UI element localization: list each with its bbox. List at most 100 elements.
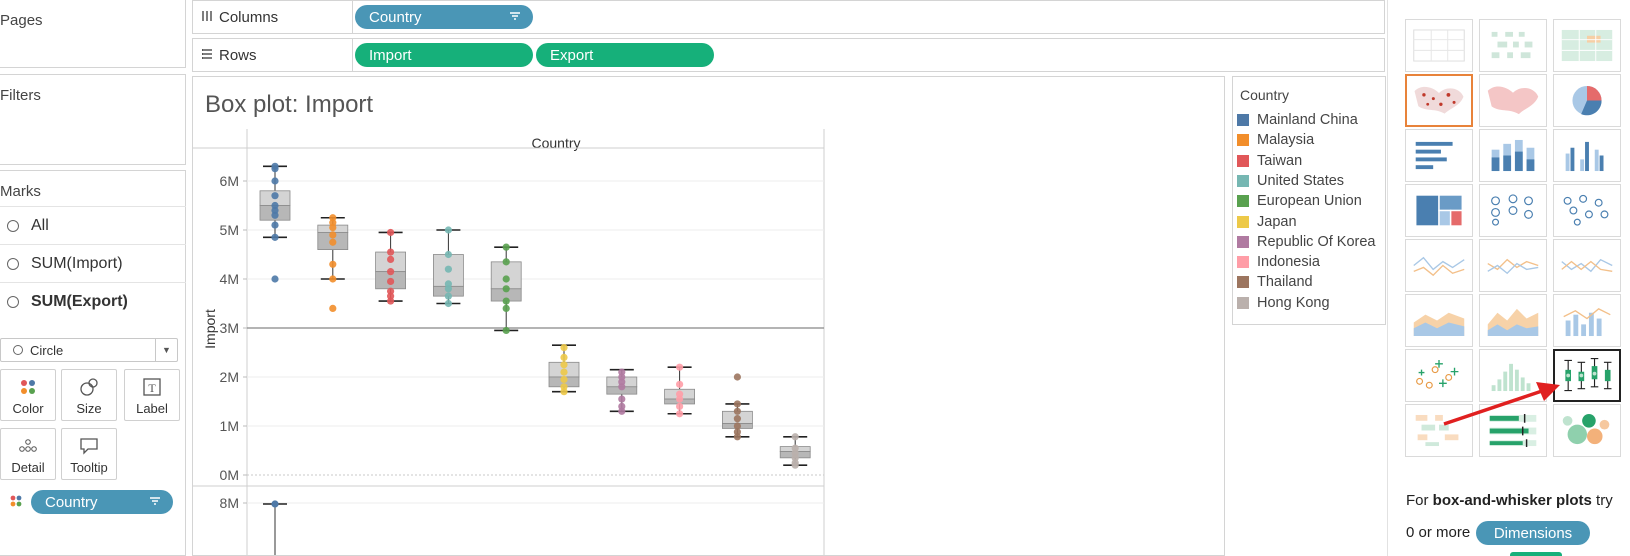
legend-item[interactable]: European Union	[1237, 191, 1362, 211]
legend-item[interactable]: Hong Kong	[1237, 293, 1330, 313]
show-me-filled-map-tile[interactable]	[1479, 74, 1547, 127]
legend-label: Malaysia	[1257, 132, 1315, 149]
show-me-side-by-side-bars-tile[interactable]	[1553, 129, 1621, 182]
legend-item[interactable]: Mainland China	[1237, 110, 1358, 130]
show-me-highlight-table-tile[interactable]	[1553, 19, 1621, 72]
marks-sum-import[interactable]: SUM(Import)	[0, 244, 186, 282]
country-color-pill[interactable]: Country	[31, 490, 173, 514]
rows-import-pill[interactable]: Import	[355, 43, 533, 67]
show-me-gantt-chart-tile[interactable]	[1405, 404, 1473, 457]
data-point	[387, 248, 395, 256]
column-header: Country	[531, 135, 580, 151]
show-me-area-continuous-tile[interactable]	[1405, 294, 1473, 347]
show-me-dual-lines-tile[interactable]	[1553, 239, 1621, 292]
show-me-lines-discrete-tile[interactable]	[1479, 239, 1547, 292]
data-point	[387, 255, 395, 263]
packed-bubbles-icon	[1562, 414, 1610, 445]
show-me-text-table-tile[interactable]	[1405, 19, 1473, 72]
show-me-dual-combination-tile[interactable]	[1553, 294, 1621, 347]
mark-type-dropdown[interactable]: Circle ▼	[0, 338, 178, 362]
hint-prefix: For	[1406, 492, 1433, 509]
data-point	[271, 275, 279, 283]
legend-item[interactable]: Malaysia	[1237, 130, 1314, 150]
show-me-panel: For box-and-whisker plots try 0 or more …	[1387, 0, 1630, 556]
data-point	[560, 361, 568, 369]
legend-item[interactable]: United States	[1237, 171, 1344, 191]
show-me-symbol-map-tile[interactable]	[1405, 74, 1473, 127]
pages-card[interactable]: Pages	[0, 0, 186, 68]
data-point	[676, 363, 684, 371]
legend-item[interactable]: Indonesia	[1237, 252, 1320, 272]
filters-card[interactable]: Filters	[0, 74, 186, 165]
y-tick-label: 1M	[220, 418, 239, 434]
data-point	[329, 304, 337, 312]
show-me-pie-chart-tile[interactable]	[1553, 74, 1621, 127]
symbol-map-icon	[1414, 86, 1464, 114]
tooltip-button[interactable]: Tooltip	[61, 428, 117, 480]
data-point	[560, 375, 568, 384]
marks-sum-export[interactable]: SUM(Export)	[0, 282, 186, 320]
data-point	[618, 395, 626, 403]
chevron-down-icon[interactable]: ▼	[155, 339, 177, 361]
show-me-scatter-plot-tile[interactable]	[1405, 349, 1473, 402]
rows-icon	[201, 48, 219, 63]
size-button[interactable]: Size	[61, 369, 117, 421]
show-me-histogram-tile[interactable]	[1479, 349, 1547, 402]
rows-shelf: Rows Import Export	[192, 38, 1385, 72]
box-plot-chart: Country Import 6M 5M 4M 3M 2M 1M 0M 8M	[193, 129, 825, 555]
legend-item[interactable]: Japan	[1237, 212, 1297, 232]
area-discrete-icon	[1487, 308, 1539, 337]
show-me-horizontal-bars-tile[interactable]	[1405, 129, 1473, 182]
data-point	[676, 402, 684, 410]
legend-item[interactable]: Republic Of Korea	[1237, 232, 1375, 252]
data-point	[502, 285, 510, 293]
data-point	[271, 177, 279, 185]
detail-button[interactable]: Detail	[0, 428, 56, 480]
data-point	[387, 228, 395, 237]
legend-swatch	[1237, 114, 1249, 126]
columns-shelf: Columns Country	[192, 0, 1385, 34]
marks-all-label: All	[31, 216, 49, 234]
lines-discrete-icon	[1487, 258, 1539, 275]
show-me-treemap-tile[interactable]	[1405, 184, 1473, 237]
color-dots-icon	[9, 494, 23, 513]
data-point	[733, 433, 742, 441]
y-tick-label: 6M	[220, 173, 239, 189]
data-point	[502, 326, 510, 335]
marks-all[interactable]: All	[0, 206, 186, 244]
data-point	[444, 250, 452, 259]
treemap-icon	[1414, 194, 1464, 227]
label-button[interactable]: T Label	[124, 369, 180, 421]
bullet-graph-icon	[1489, 414, 1537, 447]
columns-icon	[201, 10, 219, 25]
data-point	[502, 243, 510, 251]
dual-combination-icon	[1563, 308, 1611, 337]
show-me-bullet-graph-tile[interactable]	[1479, 404, 1547, 457]
marks-sum-import-label: SUM(Import)	[31, 254, 123, 272]
hint-bold: box-and-whisker plots	[1432, 492, 1592, 509]
show-me-circle-views-tile[interactable]	[1479, 184, 1547, 237]
columns-country-pill[interactable]: Country	[355, 5, 533, 29]
show-me-heat-map-tile[interactable]	[1479, 19, 1547, 72]
rows-export-pill[interactable]: Export	[536, 43, 714, 67]
show-me-lines-continuous-tile[interactable]	[1405, 239, 1473, 292]
data-point	[733, 415, 742, 423]
show-me-side-by-side-circles-tile[interactable]	[1553, 184, 1621, 237]
show-me-packed-bubbles-tile[interactable]	[1553, 404, 1621, 457]
show-me-stacked-bars-tile[interactable]	[1479, 129, 1547, 182]
legend-label: Japan	[1257, 213, 1297, 230]
data-point	[271, 233, 279, 241]
size-icon	[78, 376, 100, 398]
legend-item[interactable]: Thailand	[1237, 272, 1313, 292]
show-me-box-and-whisker-plot-tile[interactable]	[1553, 349, 1621, 402]
legend-swatch	[1237, 256, 1249, 269]
measures-pill-edge	[1510, 552, 1562, 556]
box-4	[490, 243, 522, 335]
color-button[interactable]: Color	[0, 369, 56, 421]
legend-item[interactable]: Taiwan	[1237, 151, 1302, 171]
data-point	[733, 373, 742, 381]
country-legend[interactable]: Country Mainland China Malaysia Taiwan Unit…	[1232, 76, 1386, 325]
pie-chart-icon	[1572, 85, 1602, 116]
legend-label: Indonesia	[1257, 254, 1320, 271]
show-me-area-discrete-tile[interactable]	[1479, 294, 1547, 347]
